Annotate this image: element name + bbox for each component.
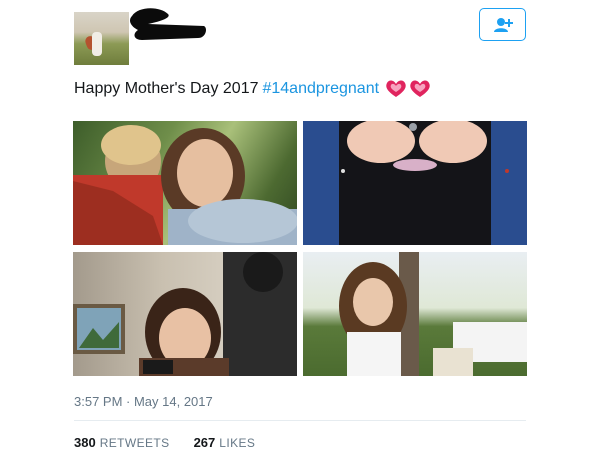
two-hearts-icon — [386, 80, 406, 97]
add-user-icon — [493, 17, 513, 32]
tweet-text: Happy Mother's Day 2017 #14andpregnant — [74, 78, 431, 100]
photo-4[interactable] — [303, 252, 527, 376]
photo-1[interactable] — [73, 121, 297, 245]
tweet-text-body: Happy Mother's Day 2017 — [74, 80, 259, 97]
likes-label: LIKES — [219, 436, 256, 450]
retweets-label: RETWEETS — [99, 436, 170, 450]
two-hearts-icon — [410, 80, 430, 97]
likes-count: 267 — [193, 435, 216, 450]
media-grid — [73, 121, 527, 376]
retweets-count: 380 — [74, 435, 96, 450]
follow-button[interactable] — [479, 8, 526, 41]
tweet-timestamp[interactable]: 3:57 PM · May 14, 2017 — [74, 394, 213, 409]
photo-3[interactable] — [73, 252, 297, 376]
redacted-name — [130, 8, 206, 41]
emoji-group — [385, 79, 431, 99]
tweet-stats: 380 RETWEETS 267 LIKES — [74, 435, 255, 450]
avatar-figure — [92, 32, 102, 56]
divider — [74, 420, 526, 421]
avatar[interactable] — [74, 12, 129, 65]
retweets-stat[interactable]: 380 RETWEETS — [74, 435, 170, 450]
hashtag-link[interactable]: #14andpregnant — [262, 78, 379, 100]
photo-2[interactable] — [303, 121, 527, 245]
likes-stat[interactable]: 267 LIKES — [194, 435, 256, 450]
